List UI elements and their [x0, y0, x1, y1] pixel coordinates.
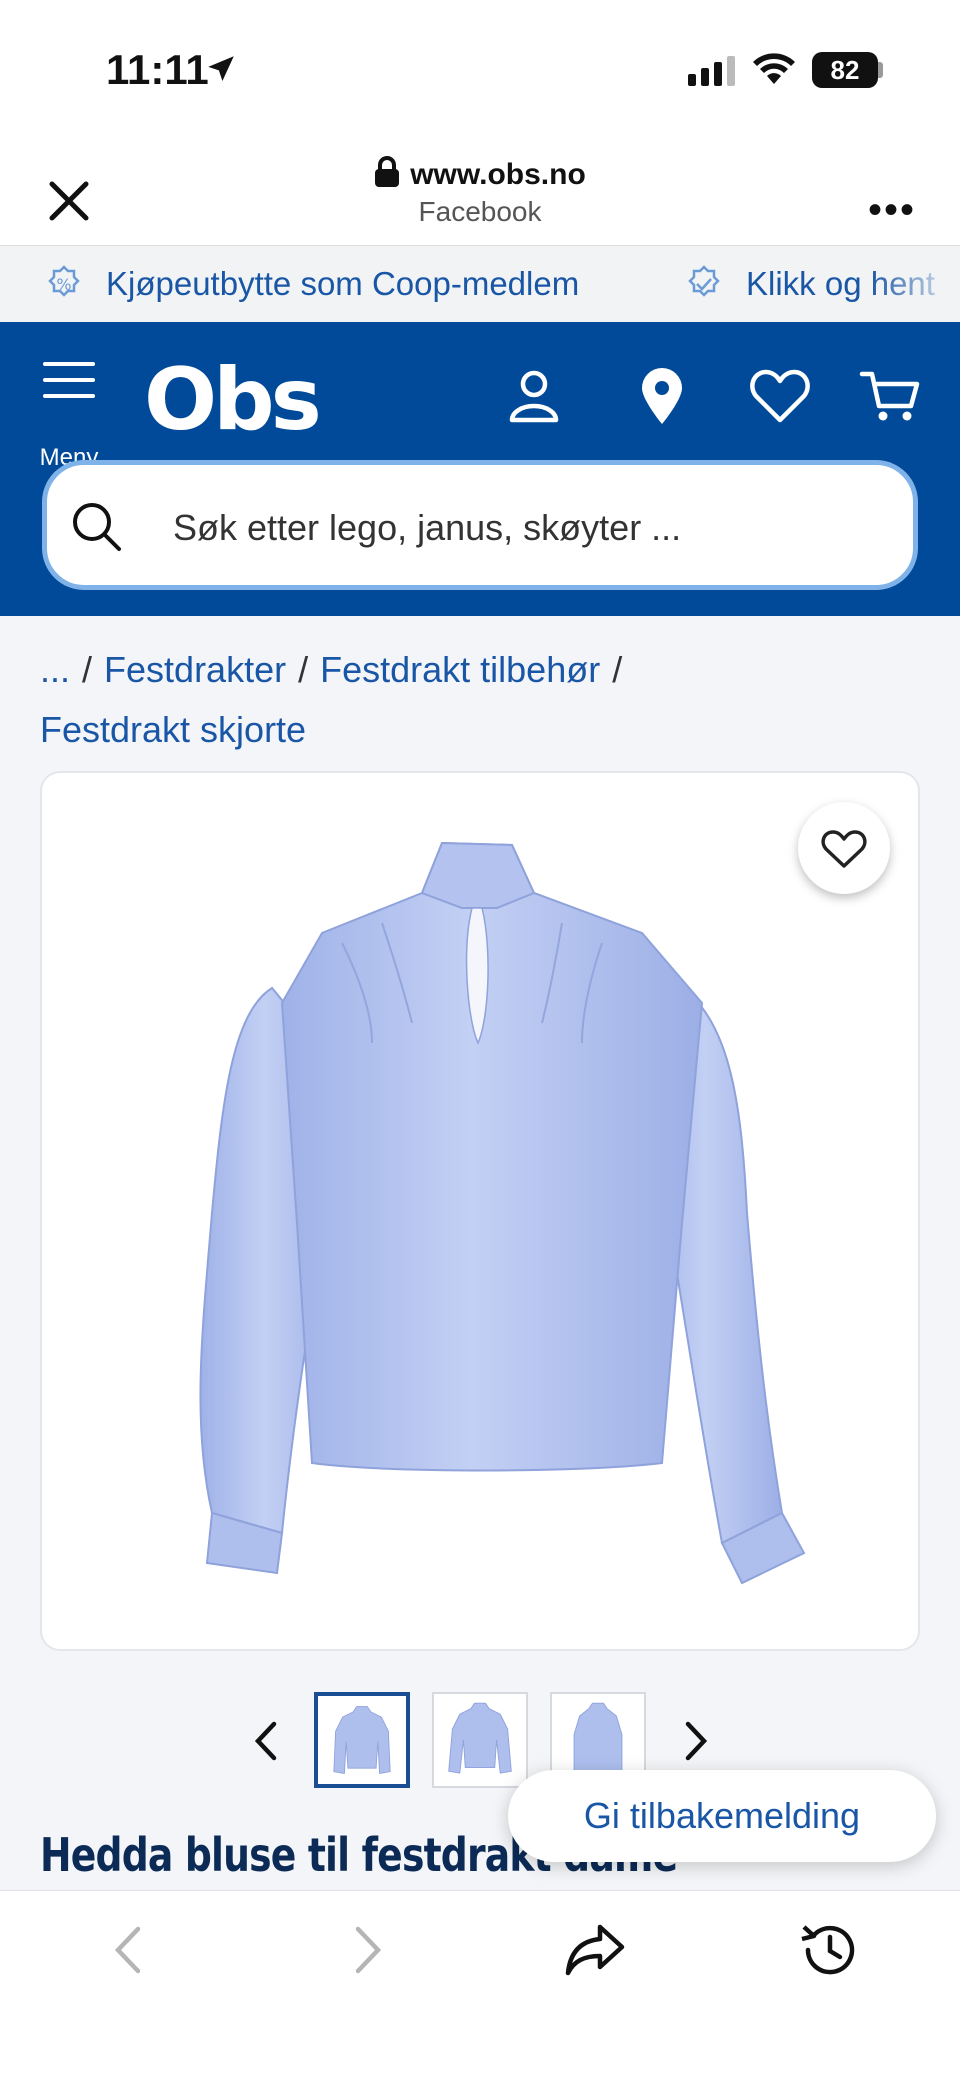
breadcrumb-item-festdrakt-tilbehor[interactable]: Festdrakt tilbehør: [320, 649, 600, 690]
chevron-right-icon[interactable]: [670, 1716, 720, 1766]
hamburger-icon: [43, 362, 95, 398]
usp-item-coop[interactable]: % Kjøpeutbytte som Coop-medlem: [44, 246, 579, 322]
menu-button[interactable]: Meny: [34, 358, 104, 471]
usp-label: Kjøpeutbytte som Coop-medlem: [106, 265, 580, 302]
search-placeholder: Søk etter lego, janus, skøyter ...: [173, 507, 682, 548]
user-icon[interactable]: [502, 364, 566, 428]
obs-logo[interactable]: Obs: [144, 350, 322, 450]
thumbnail-1[interactable]: [314, 1692, 410, 1788]
battery-tip: [878, 62, 883, 78]
breadcrumb-ellipsis[interactable]: ...: [40, 649, 70, 690]
add-to-favorites-button[interactable]: [798, 802, 890, 894]
usp-fade: [870, 246, 960, 322]
search-field[interactable]: Søk etter lego, janus, skøyter ...: [42, 460, 918, 590]
forward-chevron-icon[interactable]: [330, 1915, 400, 1985]
check-badge-icon: [688, 265, 720, 297]
breadcrumb-item-festdrakter[interactable]: Festdrakter: [104, 649, 286, 690]
browser-source-label: Facebook: [418, 196, 542, 227]
lock-icon: [375, 156, 400, 187]
svg-text:%: %: [56, 275, 71, 294]
thumbnail-image: [448, 1702, 512, 1774]
history-icon[interactable]: [794, 1915, 864, 1985]
breadcrumb-separator: /: [82, 649, 93, 690]
url-text: www.obs.no: [410, 158, 586, 191]
feedback-button[interactable]: Gi tilbakemelding: [508, 1770, 936, 1862]
product-image-card[interactable]: [40, 771, 920, 1651]
heart-icon[interactable]: [748, 364, 812, 428]
thumbnail-image: [333, 1706, 391, 1774]
thumbnail-2[interactable]: [432, 1692, 528, 1788]
in-app-browser-bar: www.obs.no Facebook •••: [0, 140, 960, 246]
location-pin-icon[interactable]: [630, 364, 694, 428]
more-options-icon[interactable]: •••: [868, 188, 916, 233]
percent-badge-icon: %: [48, 265, 80, 297]
breadcrumb-separator: /: [612, 649, 623, 690]
status-time: 11:11: [106, 46, 209, 93]
chevron-left-icon[interactable]: [242, 1716, 292, 1766]
back-chevron-icon[interactable]: [96, 1915, 166, 1985]
cart-icon[interactable]: [858, 364, 922, 428]
search-icon: [73, 503, 121, 551]
share-icon[interactable]: [560, 1915, 630, 1985]
status-bar: 11:11 82: [0, 0, 960, 140]
breadcrumb: ... / Festdrakter / Festdrakt tilbehør / Festd…: [40, 640, 930, 760]
location-arrow-icon: [208, 56, 234, 82]
browser-bottom-toolbar: [0, 1890, 960, 2081]
breadcrumb-separator: /: [298, 649, 309, 690]
usp-strip: % Kjøpeutbytte som Coop-medlem Klikk og …: [0, 246, 960, 322]
breadcrumb-item-festdrakt-skjorte[interactable]: Festdrakt skjorte: [40, 709, 306, 750]
product-image-blouse: [199, 841, 806, 1585]
wifi-icon: [753, 53, 795, 84]
heart-outline-icon: [821, 830, 867, 868]
site-header: Meny Obs Søk etter lego, janus, skøyter …: [0, 322, 960, 616]
cellular-signal-icon: [688, 56, 735, 86]
battery-indicator: 82: [812, 52, 878, 88]
url-display[interactable]: www.obs.no: [0, 156, 960, 192]
